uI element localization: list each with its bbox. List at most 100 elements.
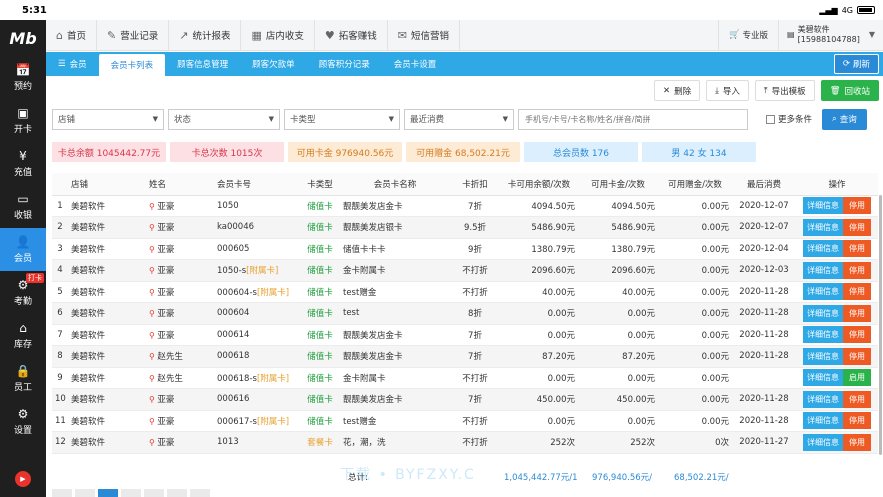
member-icon: 👤 (15, 234, 31, 249)
page-button[interactable] (190, 489, 210, 497)
delete-button[interactable]: ✕ 删除 (653, 80, 701, 101)
more-conditions-checkbox[interactable]: 更多条件 (766, 113, 812, 125)
table-row[interactable]: 2 美碧软件 ⚲ 亚豪 ka00046 储值卡 靓靓美发店银卡 9.5折 5486.90元 54… (52, 216, 878, 239)
sidebar-item-4[interactable]: 👤 会员 (0, 228, 46, 271)
top-nav-item-3[interactable]: ▦ 店内收支 (241, 19, 315, 51)
detail-button[interactable]: 详细信息 (803, 218, 843, 236)
detail-button[interactable]: 详细信息 (803, 197, 843, 215)
search-input[interactable] (518, 108, 748, 130)
row-name: 亚豪 (157, 266, 175, 277)
sidebar-item-5[interactable]: ⚙ 考勤 打卡 (0, 271, 46, 314)
refresh-button[interactable]: ⟳ 刷新 (833, 54, 879, 74)
page-button[interactable] (121, 489, 141, 497)
row-card-cell: 000605 (214, 238, 300, 260)
row-gift: 0.00元 (658, 259, 732, 282)
sidebar-item-7[interactable]: 🔒 员工 (0, 357, 46, 400)
detail-button[interactable]: 详细信息 (803, 283, 843, 301)
toggle-status-button[interactable]: 停用 (843, 412, 871, 430)
row-card-type: 储值卡 (300, 388, 340, 411)
toggle-status-button[interactable]: 停用 (843, 240, 871, 258)
top-nav-item-2[interactable]: ↗ 统计报表 (169, 19, 242, 51)
tab-1[interactable]: 顾客信息管理 (165, 52, 240, 76)
table-row[interactable]: 11 美碧软件 ⚲ 亚豪 000617-s[附属卡] 储值卡 test赠金 不打折 0.00元… (52, 410, 878, 432)
import-icon: ⤓ (715, 85, 719, 96)
table-row[interactable]: 7 美碧软件 ⚲ 亚豪 000614 储值卡 靓靓美发店金卡 7折 0.00元 0.00元 0.0… (52, 324, 878, 346)
table-row[interactable]: 1 美碧软件 ⚲ 亚豪 1050 储值卡 靓靓美发店金卡 7折 4094.50元 4094.50… (52, 195, 878, 217)
table-row[interactable]: 9 美碧软件 ⚲ 赵先生 000618-s[附属卡] 储值卡 金卡附属卡 不打折 0.00元 0… (52, 367, 878, 389)
toggle-status-button[interactable]: 启用 (843, 369, 871, 387)
page-button-current[interactable] (98, 489, 118, 497)
table-row[interactable]: 5 美碧软件 ⚲ 亚豪 000604-s[附属卡] 储值卡 test赠金 不打折 40.00元… (52, 281, 878, 303)
toggle-status-button[interactable]: 停用 (843, 433, 871, 451)
tab-4[interactable]: 会员卡设置 (382, 52, 449, 76)
card-type-select[interactable]: 卡类型 ▼ (284, 108, 400, 130)
sidebar-item-8[interactable]: ⚙ 设置 (0, 400, 46, 443)
detail-button[interactable]: 详细信息 (803, 304, 843, 322)
row-gift: 0.00元 (658, 324, 732, 346)
sidebar-item-1[interactable]: ▣ 开卡 (0, 99, 46, 142)
table-header-cell: 会员卡名称 (340, 173, 450, 196)
edition-button[interactable]: 🛒 专业版 (717, 19, 778, 51)
play-icon[interactable]: ▶ (15, 471, 31, 487)
row-discount: 不打折 (450, 410, 500, 432)
section-member[interactable]: ☰ 会员 (46, 52, 99, 76)
detail-button[interactable]: 详细信息 (803, 390, 843, 408)
row-balance: 0.00元 (500, 302, 578, 325)
more-label: 更多条件 (778, 115, 813, 125)
toggle-status-button[interactable]: 停用 (843, 347, 871, 365)
row-card-number: ka00046 (217, 222, 255, 233)
detail-button[interactable]: 详细信息 (803, 347, 843, 365)
page-button[interactable] (167, 489, 187, 497)
store-select[interactable]: 店铺 ▼ (52, 108, 164, 130)
row-card-name: test (340, 302, 450, 325)
top-nav-item-4[interactable]: ♥ 拓客赚钱 (315, 19, 388, 51)
top-nav-item-0[interactable]: ⌂ 首页 (46, 19, 97, 51)
detail-button[interactable]: 详细信息 (803, 412, 843, 430)
status-select[interactable]: 状态 ▼ (168, 108, 280, 130)
user-menu[interactable]: ▤ 美碧软件 [15988104788] ▼ (778, 19, 883, 51)
row-usable: 0.00元 (578, 410, 658, 432)
toggle-status-button[interactable]: 停用 (843, 218, 871, 236)
query-button[interactable]: ⌕ 查询 (822, 108, 867, 130)
table-row[interactable]: 10 美碧软件 ⚲ 亚豪 000616 储值卡 靓靓美发店金卡 7折 450.00元 450.0… (52, 388, 878, 411)
import-label: 导入 (722, 86, 740, 97)
import-button[interactable]: ⤓ 导入 (706, 80, 749, 101)
toggle-status-button[interactable]: 停用 (843, 326, 871, 344)
sidebar-item-label: 设置 (13, 425, 32, 436)
recycle-label: 回收站 (844, 86, 870, 97)
recent-consume-select[interactable]: 最近消费 ▼ (404, 108, 514, 130)
tab-3[interactable]: 顾客积分记录 (307, 52, 382, 76)
export-template-button[interactable]: ⤒ 导出模板 (754, 80, 815, 101)
top-nav-item-5[interactable]: ✉ 短信营销 (388, 19, 461, 51)
toggle-status-button[interactable]: 停用 (843, 261, 871, 279)
page-button[interactable] (144, 489, 164, 497)
detail-button[interactable]: 详细信息 (803, 261, 843, 279)
table-row[interactable]: 3 美碧软件 ⚲ 亚豪 000605 储值卡 储值卡卡卡 9折 1380.79元 1380.79… (52, 238, 878, 260)
detail-button[interactable]: 详细信息 (803, 240, 843, 258)
toggle-status-button[interactable]: 停用 (843, 390, 871, 408)
table-row[interactable]: 8 美碧软件 ⚲ 赵先生 000618 储值卡 靓靓美发店金卡 7折 87.20元 87.20元… (52, 345, 878, 368)
tab-2[interactable]: 顾客欠款单 (240, 52, 307, 76)
recycle-bin-button[interactable]: 🗑 回收站 (820, 80, 879, 101)
page-button[interactable] (75, 489, 95, 497)
sidebar-item-0[interactable]: 📅 预约 (0, 56, 46, 99)
detail-button[interactable]: 详细信息 (803, 369, 843, 387)
sidebar-item-3[interactable]: ▭ 收银 (0, 185, 46, 228)
top-nav-item-1[interactable]: ✎ 营业记录 (97, 19, 170, 51)
toggle-status-button[interactable]: 停用 (843, 197, 871, 215)
table-row[interactable]: 12 美碧软件 ⚲ 亚豪 1013 套餐卡 花，潮，洗 不打折 252次 252次 0次 2020-… (52, 431, 878, 454)
sidebar-item-2[interactable]: ¥ 充值 (0, 142, 46, 185)
pagination (52, 489, 210, 497)
row-card-name: 靓靓美发店金卡 (340, 195, 450, 217)
table-scrollbar[interactable] (879, 195, 882, 455)
table-row[interactable]: 4 美碧软件 ⚲ 亚豪 1050-s[附属卡] 储值卡 金卡附属卡 不打折 2096.60元 2… (52, 259, 878, 282)
page-button[interactable] (52, 489, 72, 497)
table-row[interactable]: 6 美碧软件 ⚲ 亚豪 000604 储值卡 test 8折 0.00元 0.00元 0.00元 2… (52, 302, 878, 325)
sidebar-item-6[interactable]: ⌂ 库存 (0, 314, 46, 357)
detail-button[interactable]: 详细信息 (803, 433, 843, 451)
row-actions: 详细信息 停用 (796, 410, 878, 432)
tab-0[interactable]: 会员卡列表 (98, 54, 166, 76)
toggle-status-button[interactable]: 停用 (843, 304, 871, 322)
toggle-status-button[interactable]: 停用 (843, 283, 871, 301)
detail-button[interactable]: 详细信息 (803, 326, 843, 344)
